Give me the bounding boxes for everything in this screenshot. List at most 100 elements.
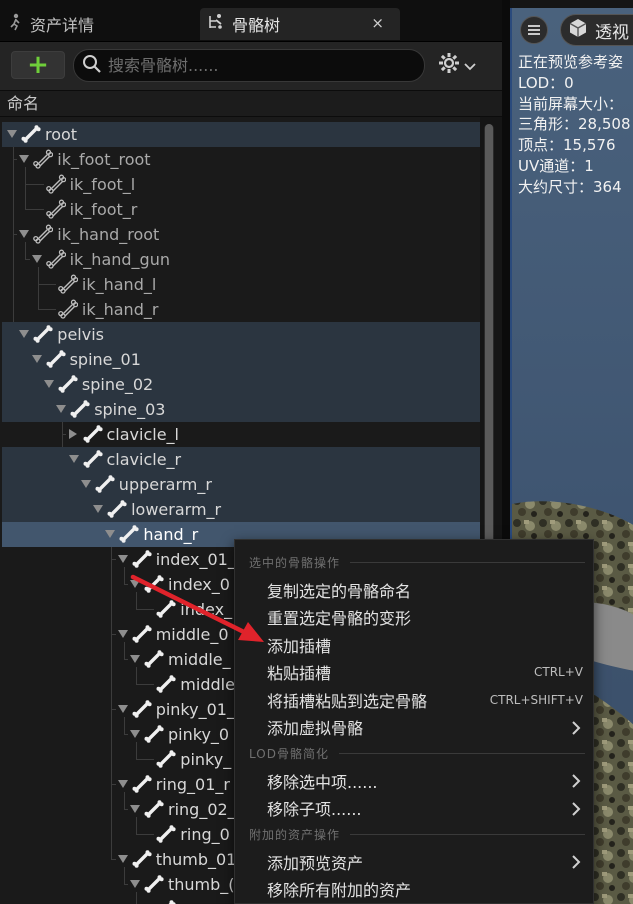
tree-row[interactable]: ik_hand_root <box>2 222 480 247</box>
bone-name: index_ <box>180 600 233 619</box>
expand-open-arrow-icon[interactable] <box>130 580 140 588</box>
tree-row[interactable]: spine_02 <box>2 372 480 397</box>
expand-open-arrow-icon[interactable] <box>105 530 116 538</box>
expand-open-arrow-icon[interactable] <box>56 405 67 413</box>
tree-row[interactable]: spine_01 <box>2 347 480 372</box>
menu-section-title: 选中的骨骼操作 <box>249 556 341 570</box>
expand-open-arrow-icon[interactable] <box>130 730 140 738</box>
perspective-label: 透视 <box>595 22 629 43</box>
tree-row[interactable]: root <box>2 122 480 147</box>
bone-icon <box>83 449 103 469</box>
skeleton-figure-icon <box>8 13 22 35</box>
expand-open-arrow-icon[interactable] <box>117 630 128 638</box>
close-icon[interactable]: × <box>371 14 384 32</box>
tree-row[interactable]: clavicle_r <box>2 447 480 472</box>
bone-name: index_0 <box>168 575 230 594</box>
menu-item-label: 添加虚拟骨骼 <box>267 719 364 738</box>
tree-row[interactable]: ik_hand_r <box>2 297 480 322</box>
bone-name: ik_hand_l <box>81 275 157 294</box>
expand-open-arrow-icon[interactable] <box>130 655 140 663</box>
bone-icon <box>119 524 139 544</box>
gear-icon <box>438 52 460 78</box>
bone-icon <box>144 649 164 669</box>
expand-open-arrow-icon[interactable] <box>117 705 128 713</box>
expand-open-arrow-icon[interactable] <box>68 455 79 463</box>
skeleton-tree-icon <box>206 12 226 36</box>
bone-name: upperarm_r <box>118 475 212 494</box>
menu-item[interactable]: 重置选定骨骼的变形 <box>235 604 593 631</box>
add-button[interactable]: + <box>11 51 65 79</box>
menu-item-label: 添加预览资产 <box>267 853 364 873</box>
tree-row[interactable]: lowerarm_r <box>2 497 480 522</box>
bone-name: ring_01_r <box>155 775 230 794</box>
menu-item[interactable]: 移除选中项...... <box>235 767 593 794</box>
menu-item[interactable]: 移除子项...... <box>235 795 593 822</box>
bone-icon <box>156 899 176 904</box>
expand-open-arrow-icon[interactable] <box>80 480 91 488</box>
expand-open-arrow-icon[interactable] <box>117 855 128 863</box>
menu-item[interactable]: 添加预览资产 <box>235 848 593 875</box>
tab-skeleton-tree-label: 骨骼树 <box>232 16 281 35</box>
menu-item[interactable]: 复制选定的骨骼命名 <box>235 576 593 603</box>
tab-skeleton-tree[interactable]: 骨骼树 × <box>200 8 400 40</box>
bone-name: clavicle_l <box>106 425 180 444</box>
expand-open-arrow-icon[interactable] <box>93 505 104 513</box>
tree-row[interactable]: ik_foot_l <box>2 172 480 197</box>
viewport-stat-line: 正在预览参考姿 <box>518 53 624 71</box>
menu-item[interactable]: 将插槽粘贴到选定骨骼 CTRL+SHIFT+V <box>235 686 593 713</box>
bone-name: thumb_( <box>168 875 235 894</box>
search-box[interactable] <box>73 49 425 82</box>
bone-icon <box>21 124 41 144</box>
expand-open-arrow-icon[interactable] <box>7 130 17 138</box>
perspective-view-button[interactable]: 透视 <box>560 14 633 46</box>
expand-open-arrow-icon[interactable] <box>19 330 30 338</box>
expand-open-arrow-icon[interactable] <box>117 555 128 563</box>
bone-name: ik_hand_gun <box>69 250 170 269</box>
plus-icon: + <box>27 50 49 80</box>
bone-icon <box>144 799 164 819</box>
menu-section-divider <box>350 834 585 835</box>
bone-name: index_01_ <box>155 550 236 569</box>
chevron-right-icon <box>571 854 581 869</box>
menu-section-header: LOD骨骼简化 <box>249 745 585 762</box>
tab-asset-details[interactable]: 资产详情 <box>0 8 198 40</box>
menu-item[interactable]: 移除所有附加的资产 <box>235 876 593 903</box>
name-column-label: 命名 <box>7 94 40 113</box>
expand-open-arrow-icon[interactable] <box>19 230 30 238</box>
tree-row[interactable]: spine_03 <box>2 397 480 422</box>
expand-closed-arrow-icon[interactable] <box>68 429 77 439</box>
tree-row[interactable]: ik_foot_root <box>2 147 480 172</box>
expand-open-arrow-icon[interactable] <box>130 880 140 888</box>
menu-item[interactable]: 添加虚拟骨骼 <box>235 714 593 741</box>
viewport-stat-line: UV通道：1 <box>518 156 594 175</box>
expand-open-arrow-icon[interactable] <box>117 780 128 788</box>
name-column-header[interactable]: 命名 <box>0 90 510 117</box>
bone-name: middle_0 <box>155 625 229 644</box>
search-input[interactable] <box>108 56 408 75</box>
bone-name: ik_foot_r <box>69 200 138 219</box>
menu-item[interactable]: 添加插槽 <box>235 631 593 658</box>
bone-name: pelvis <box>57 325 104 344</box>
tree-row[interactable]: clavicle_l <box>2 422 480 447</box>
tree-row[interactable]: pelvis <box>2 322 480 347</box>
menu-item-label: 移除所有附加的资产 <box>267 881 412 900</box>
menu-section-header: 选中的骨骼操作 <box>249 554 585 571</box>
hamburger-icon <box>527 21 541 40</box>
skeleton-tree-toolbar: + <box>0 42 510 90</box>
bone-context-menu: 选中的骨骼操作复制选定的骨骼命名 重置选定骨骼的变形 添加插槽 粘贴插槽 CTRL+V 将… <box>234 539 594 904</box>
settings-button[interactable] <box>438 52 482 78</box>
expand-open-arrow-icon[interactable] <box>31 355 42 363</box>
expand-open-arrow-icon[interactable] <box>43 380 54 388</box>
bone-icon <box>33 324 53 344</box>
viewport-menu-button[interactable] <box>520 16 548 44</box>
menu-item[interactable]: 粘贴插槽 CTRL+V <box>235 659 593 686</box>
menu-item-shortcut: CTRL+V <box>534 665 583 679</box>
expand-open-arrow-icon[interactable] <box>130 805 140 813</box>
tree-row[interactable]: ik_hand_l <box>2 272 480 297</box>
bone-name: spine_03 <box>94 400 166 419</box>
expand-open-arrow-icon[interactable] <box>31 255 42 263</box>
tree-row[interactable]: ik_hand_gun <box>2 247 480 272</box>
tree-row[interactable]: ik_foot_r <box>2 197 480 222</box>
expand-open-arrow-icon[interactable] <box>19 155 30 163</box>
tree-row[interactable]: upperarm_r <box>2 472 480 497</box>
